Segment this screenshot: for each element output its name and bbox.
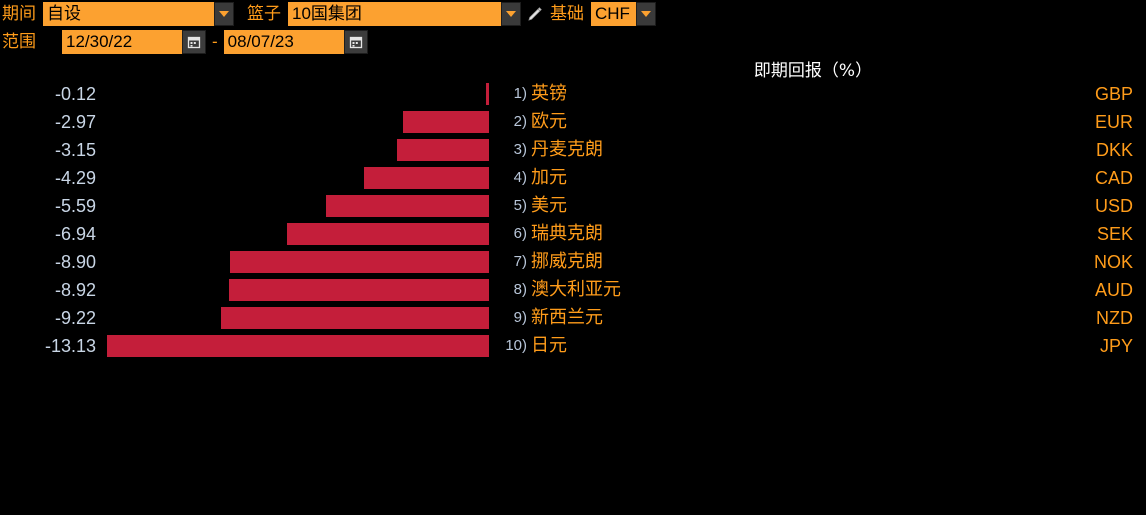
table-row[interactable]: -3.15 3) 丹麦克朗 DKK [0, 136, 1146, 164]
toolbar-row-range: 范围 12/30/22 - 08/07/23 [0, 29, 368, 55]
table-row[interactable]: -2.97 2) 欧元 EUR [0, 108, 1146, 136]
row-rank-label: 3) [513, 141, 527, 158]
range-start-calendar-button[interactable] [182, 30, 206, 54]
bar[interactable] [397, 139, 489, 161]
row-currency-name[interactable]: 瑞典克朗 [531, 220, 603, 248]
table-row[interactable]: -6.94 6) 瑞典克朗 SEK [0, 220, 1146, 248]
row-currency-name[interactable]: 英镑 [531, 80, 567, 108]
range-end-calendar-button[interactable] [343, 30, 368, 54]
table-row[interactable]: -9.22 9) 新西兰元 NZD [0, 304, 1146, 332]
edit-basket-button[interactable] [521, 2, 547, 26]
row-currency-name[interactable]: 加元 [531, 164, 567, 192]
bar[interactable] [229, 279, 489, 301]
row-currency-name[interactable]: 美元 [531, 192, 567, 220]
row-currency-name[interactable]: 欧元 [531, 108, 567, 136]
row-currency-ticker[interactable]: GBP [1095, 80, 1133, 108]
table-row[interactable]: -4.29 4) 加元 CAD [0, 164, 1146, 192]
period-dropdown-button[interactable] [214, 2, 234, 26]
range-start-input[interactable]: 12/30/22 [62, 30, 182, 54]
base-currency-dropdown-button[interactable] [636, 2, 656, 26]
bar[interactable] [485, 83, 489, 105]
row-rank-label: 9) [513, 309, 527, 326]
base-label: 基础 [550, 4, 584, 24]
bar[interactable] [230, 251, 489, 273]
row-rank-label: 7) [513, 253, 527, 270]
row-rank-label: 8) [513, 281, 527, 298]
row-value-label: -13.13 [44, 336, 96, 356]
row-currency-ticker[interactable]: DKK [1096, 136, 1133, 164]
row-currency-name[interactable]: 丹麦克朗 [531, 136, 603, 164]
bar[interactable] [364, 167, 489, 189]
basket-dropdown-button[interactable] [501, 2, 521, 26]
table-row[interactable]: -8.90 7) 挪威克朗 NOK [0, 248, 1146, 276]
chevron-down-icon [219, 11, 229, 17]
bar[interactable] [220, 307, 489, 329]
period-label: 期间 [2, 4, 36, 24]
row-currency-ticker[interactable]: EUR [1095, 108, 1133, 136]
row-value-label: -8.92 [54, 280, 96, 300]
row-currency-name[interactable]: 日元 [531, 332, 567, 360]
row-currency-name[interactable]: 挪威克朗 [531, 248, 603, 276]
toolbar: 期间 自设 篮子 10国集团 基础 CHF 范围 12/30/22 - 08/0… [0, 0, 1146, 58]
basket-label: 篮子 [247, 4, 281, 24]
row-rank-label: 5) [513, 197, 527, 214]
row-currency-ticker[interactable]: NZD [1096, 304, 1133, 332]
row-currency-ticker[interactable]: AUD [1095, 276, 1133, 304]
row-currency-ticker[interactable]: NOK [1094, 248, 1133, 276]
row-rank-label: 4) [513, 169, 527, 186]
row-value-label: -5.59 [54, 196, 96, 216]
bar[interactable] [106, 335, 489, 357]
bar[interactable] [402, 111, 489, 133]
row-rank-label: 2) [513, 113, 527, 130]
row-currency-name[interactable]: 新西兰元 [531, 304, 603, 332]
row-value-label: -3.15 [54, 140, 96, 160]
row-rank-label: 1) [513, 85, 527, 102]
row-currency-ticker[interactable]: SEK [1097, 220, 1133, 248]
row-value-label: -0.12 [54, 84, 96, 104]
range-label: 范围 [2, 32, 36, 52]
row-currency-ticker[interactable]: USD [1095, 192, 1133, 220]
row-value-label: -8.90 [54, 252, 96, 272]
bar[interactable] [287, 223, 489, 245]
base-currency-input[interactable]: CHF [591, 2, 636, 26]
toolbar-row-settings: 期间 自设 篮子 10国集团 基础 CHF [0, 1, 656, 27]
calendar-icon [349, 36, 362, 49]
chevron-down-icon [641, 11, 651, 17]
spot-return-bar-chart: -0.12 1) 英镑 GBP -2.97 2) 欧元 EUR -3.15 3) 丹麦克朗 DKK -4… [0, 80, 1146, 362]
chevron-down-icon [506, 11, 516, 17]
bar[interactable] [326, 195, 489, 217]
table-row[interactable]: -8.92 8) 澳大利亚元 AUD [0, 276, 1146, 304]
row-currency-name[interactable]: 澳大利亚元 [531, 276, 621, 304]
chart-title: 即期回报（%） [753, 61, 873, 81]
table-row[interactable]: -0.12 1) 英镑 GBP [0, 80, 1146, 108]
range-end-input[interactable]: 08/07/23 [223, 30, 344, 54]
period-input[interactable]: 自设 [43, 2, 214, 26]
calendar-icon [187, 36, 201, 49]
row-currency-ticker[interactable]: JPY [1100, 332, 1133, 360]
row-rank-label: 6) [513, 225, 527, 242]
basket-input[interactable]: 10国集团 [288, 2, 501, 26]
row-value-label: -2.97 [54, 112, 96, 132]
row-value-label: -4.29 [54, 168, 96, 188]
table-row[interactable]: -13.13 10) 日元 JPY [0, 332, 1146, 360]
table-row[interactable]: -5.59 5) 美元 USD [0, 192, 1146, 220]
range-separator: - [212, 32, 218, 51]
row-value-label: -9.22 [54, 308, 96, 328]
row-rank-label: 10) [505, 337, 527, 354]
row-value-label: -6.94 [54, 224, 96, 244]
pencil-icon [527, 6, 542, 21]
row-currency-ticker[interactable]: CAD [1095, 164, 1133, 192]
